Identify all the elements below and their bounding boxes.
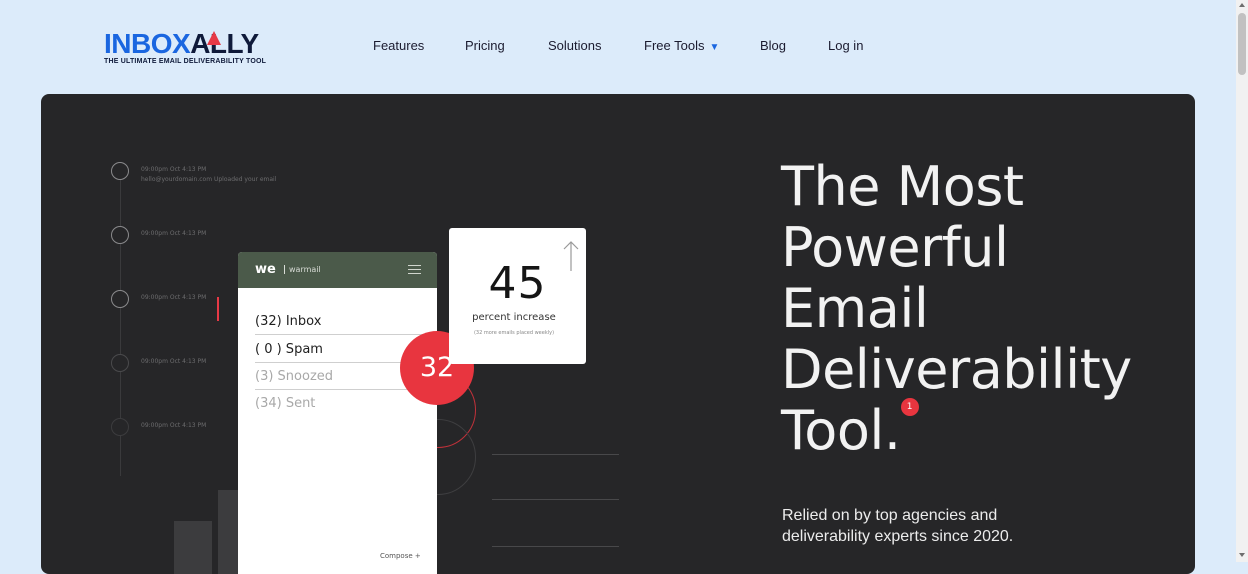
timeline-text: 09:00pm Oct 4:13 PM	[141, 358, 207, 365]
timeline-text: hello@yourdomain.com Uploaded your email	[141, 176, 277, 183]
mail-app-brand-sub: warmail	[284, 265, 321, 274]
folder-sent[interactable]: (34) Sent	[255, 396, 430, 416]
nav-free-tools-label: Free Tools	[644, 38, 705, 53]
divider-line	[492, 546, 619, 547]
logo-wordmark: INBOXALLY	[104, 29, 294, 59]
nav-solutions[interactable]: Solutions	[548, 38, 601, 53]
scrollbar-thumb[interactable]	[1238, 13, 1246, 75]
stat-label: percent increase	[472, 312, 556, 323]
compose-button[interactable]: Compose +	[380, 552, 421, 560]
timeline-node	[111, 290, 129, 308]
timeline-node	[111, 162, 129, 180]
timeline-node	[111, 418, 129, 436]
stat-number: 45	[488, 258, 547, 309]
inboxally-logo[interactable]: INBOXALLY THE ULTIMATE EMAIL DELIVERABIL…	[104, 29, 294, 73]
logo-part-inbox: INBOX	[104, 28, 191, 59]
page-scrollbar[interactable]	[1236, 0, 1248, 562]
divider-line	[492, 454, 619, 455]
hero-title-line: The Most	[781, 155, 1024, 218]
mail-app-header: we warmail	[238, 252, 437, 288]
compose-plus-icon: +	[414, 552, 421, 560]
nav-blog[interactable]: Blog	[760, 38, 786, 53]
hero-title-line: Powerful	[781, 216, 1009, 279]
hero-title-line: Email	[781, 277, 929, 340]
mail-app-brand: we	[255, 262, 276, 277]
logo-tagline: THE ULTIMATE EMAIL DELIVERABILITY TOOL	[104, 58, 267, 65]
nav-features[interactable]: Features	[373, 38, 424, 53]
decorative-bar	[174, 521, 212, 574]
timeline-node	[111, 226, 129, 244]
timeline-highlight	[217, 297, 219, 321]
scroll-down-arrow-icon[interactable]	[1239, 553, 1245, 557]
hero-title-line-last: Tool. 1	[781, 398, 1151, 462]
nav-pricing[interactable]: Pricing	[465, 38, 505, 53]
folder-inbox[interactable]: (32) Inbox	[255, 314, 430, 335]
logo-part-ally: ALLY	[190, 28, 259, 59]
hero-title-line: Tool.	[781, 399, 901, 462]
notification-badge: 1	[900, 398, 919, 416]
timeline-text: 09:00pm Oct 4:13 PM	[141, 230, 207, 237]
timeline-text: 09:00pm Oct 4:13 PM	[141, 294, 207, 301]
nav-login[interactable]: Log in	[828, 38, 863, 53]
hero-subtitle: Relied on by top agencies and deliverabi…	[782, 507, 1014, 545]
compose-label: Compose	[380, 552, 413, 560]
stat-card: 45 percent increase (32 more emails plac…	[449, 228, 586, 364]
chevron-down-icon: ▼	[709, 42, 720, 53]
scroll-up-arrow-icon[interactable]	[1239, 3, 1245, 7]
nav-free-tools[interactable]: Free Tools ▼	[644, 38, 719, 53]
timeline-text: 09:00pm Oct 4:13 PM	[141, 166, 207, 173]
hero-title: The Most Powerful Email Deliverability T…	[781, 156, 1151, 461]
timeline-node	[111, 354, 129, 372]
divider-line	[492, 499, 619, 500]
hero-title-line: Deliverability	[781, 338, 1132, 401]
hamburger-menu-icon[interactable]	[408, 265, 421, 274]
timeline-text: 09:00pm Oct 4:13 PM	[141, 422, 207, 429]
mail-app-mockup: we warmail (32) Inbox ( 0 ) Spam (3) Sno…	[238, 252, 437, 574]
stat-sublabel: (32 more emails placed weekly)	[473, 330, 555, 336]
decorative-bar	[218, 490, 238, 574]
hero-section: 09:00pm Oct 4:13 PM hello@yourdomain.com…	[41, 94, 1195, 574]
logo-flag-icon	[207, 31, 221, 45]
